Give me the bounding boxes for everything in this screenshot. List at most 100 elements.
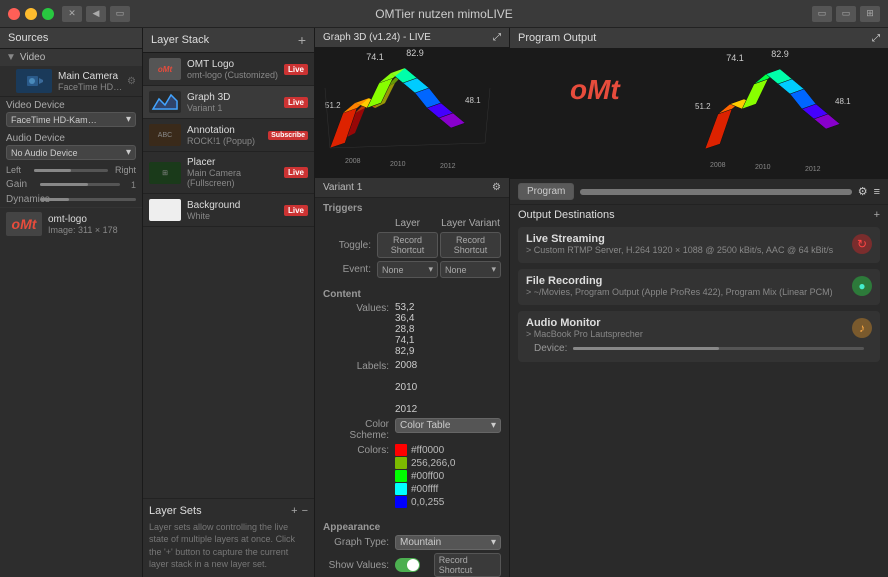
triggers-grid: Layer Layer Variant Toggle: Record Short… xyxy=(315,216,509,284)
program-settings-icon[interactable]: ⚙ xyxy=(858,185,868,198)
camera-thumb xyxy=(16,69,52,93)
program-expand-icon[interactable]: ⤢ xyxy=(872,33,880,44)
layer-item-placer[interactable]: ⊞ Placer Main Camera (Fullscreen) Live xyxy=(143,152,314,194)
svg-text:74.1: 74.1 xyxy=(366,52,384,62)
source-item-camera[interactable]: Main Camera FaceTime HD-Kamera (Integr..… xyxy=(0,66,142,97)
graph-type-select[interactable]: Mountain ▾ xyxy=(395,535,501,550)
live-badge-background: Live xyxy=(284,205,308,216)
layer-sets-remove-icon[interactable]: − xyxy=(302,505,308,517)
lr-slider[interactable] xyxy=(34,169,108,172)
layer-item-omt-logo[interactable]: oMt OMT Logo omt-logo (Customized) Live xyxy=(143,53,314,86)
color-scheme-row: Color Scheme: Color Table ▾ xyxy=(323,418,501,441)
audio-device-select[interactable]: No Audio Device ▾ xyxy=(6,145,136,160)
toggle-label: Toggle: xyxy=(323,240,375,251)
graph-panel-header: Graph 3D (v1.24) - LIVE ⤢ xyxy=(315,28,509,48)
video-group-arrow: ▼ xyxy=(6,52,16,63)
live-badge-graph3d: Live xyxy=(284,97,308,108)
layer-sets-description: Layer sets allow controlling the live st… xyxy=(149,521,308,571)
file-recording-toggle[interactable]: ● xyxy=(852,276,872,296)
add-layer-button[interactable]: + xyxy=(298,32,306,48)
program-slider-icon[interactable]: ≡ xyxy=(874,186,880,198)
omt-logo-source[interactable]: oMt omt-logo Image: 311 × 178 xyxy=(0,207,142,240)
show-values-toggle[interactable] xyxy=(395,558,420,572)
title-bar-right: ▭ ▭ ⊞ xyxy=(812,6,880,22)
color-scheme-select[interactable]: Color Table ▾ xyxy=(395,418,501,433)
tb-icon-1[interactable]: ✕ xyxy=(62,6,82,22)
video-device-select[interactable]: FaceTime HD-Kamera (Integr... ▾ xyxy=(6,112,136,127)
tb-right-icon-1[interactable]: ▭ xyxy=(812,6,832,22)
video-device-arrow-icon: ▾ xyxy=(126,114,131,125)
window-buttons xyxy=(8,8,54,20)
layer-sets-panel: Layer Sets + − Layer sets allow controll… xyxy=(143,498,314,577)
color-swatch-2[interactable]: 256,266,0 xyxy=(395,457,501,469)
toggle-variant-btn[interactable]: Record Shortcut xyxy=(440,232,501,258)
swatch-box-5 xyxy=(395,496,407,508)
swatch-box-1 xyxy=(395,444,407,456)
event-arrow-icon-2: ▾ xyxy=(491,264,496,275)
sources-panel: Sources ▼ Video Main Camera FaceTime HD-… xyxy=(0,28,143,577)
file-recording-header: File Recording > ~/Movies, Program Outpu… xyxy=(526,275,872,297)
svg-text:2010: 2010 xyxy=(390,161,406,168)
labels-row: Labels: 2008 2010 2012 xyxy=(323,360,501,415)
close-button[interactable] xyxy=(8,8,20,20)
color-scheme-arrow-icon: ▾ xyxy=(491,420,496,431)
color-swatch-3[interactable]: #00ff00 xyxy=(395,470,501,482)
appearance-section: Graph Type: Mountain ▾ Show Values: Reco… xyxy=(315,535,509,577)
graph-expand-icon[interactable]: ⤢ xyxy=(493,32,501,43)
swatch-box-4 xyxy=(395,483,407,495)
svg-text:74.1: 74.1 xyxy=(726,53,744,63)
graph-preview: 74.1 82.9 51.2 48.1 2008 2010 2012 xyxy=(315,48,509,178)
svg-text:2012: 2012 xyxy=(440,163,456,170)
layer-stack-panel: Layer Stack + oMt OMT Logo omt-logo (Cus… xyxy=(143,28,315,577)
source-group-video: ▼ Video xyxy=(0,49,142,66)
svg-text:2010: 2010 xyxy=(755,164,771,171)
layer-item-annotation[interactable]: ABC Annotation ROCK!1 (Popup) Subscribe xyxy=(143,119,314,152)
maximize-button[interactable] xyxy=(42,8,54,20)
output-item-file-recording: File Recording > ~/Movies, Program Outpu… xyxy=(518,269,880,305)
video-device-row: Video Device FaceTime HD-Kamera (Integr.… xyxy=(0,97,142,130)
layer-info-graph3d: Graph 3D Variant 1 xyxy=(187,92,284,113)
event-arrow-icon: ▾ xyxy=(428,264,433,275)
program-button[interactable]: Program xyxy=(518,183,574,200)
show-values-record-btn[interactable]: Record Shortcut xyxy=(434,553,501,577)
toggle-layer-btn[interactable]: Record Shortcut xyxy=(377,232,438,258)
output-destinations: Output Destinations + Live Streaming > C… xyxy=(510,205,888,577)
device-volume-slider[interactable] xyxy=(573,347,864,350)
program-slider[interactable] xyxy=(580,189,851,195)
color-swatches: #ff0000 256,266,0 #00ff00 #00ffff xyxy=(395,444,501,508)
event-select-2[interactable]: None ▾ xyxy=(440,261,501,278)
colors-row: Colors: #ff0000 256,266,0 #0 xyxy=(323,444,501,508)
layer-sets-add-icon[interactable]: + xyxy=(291,505,297,517)
layer-item-graph3d[interactable]: Graph 3D Variant 1 Live xyxy=(143,86,314,119)
layer-stack-header: Layer Stack + xyxy=(143,28,314,53)
color-swatch-1[interactable]: #ff0000 xyxy=(395,444,501,456)
layer-thumb-annotation: ABC xyxy=(149,124,181,146)
live-streaming-toggle[interactable]: ↻ xyxy=(852,234,872,254)
dynamics-slider[interactable] xyxy=(40,198,136,201)
program-output-header: Program Output ⤢ xyxy=(510,28,888,49)
variant-settings-icon[interactable]: ⚙ xyxy=(492,182,501,193)
color-swatch-4[interactable]: #00ffff xyxy=(395,483,501,495)
tb-right-icon-2[interactable]: ▭ xyxy=(836,6,856,22)
minimize-button[interactable] xyxy=(25,8,37,20)
live-badge-omt: Live xyxy=(284,64,308,75)
layer-thumb-omt: oMt xyxy=(149,58,181,80)
add-output-button[interactable]: + xyxy=(874,209,880,221)
title-bar: ✕ ◀ ▭ OMTier nutzen mimoLIVE ▭ ▭ ⊞ xyxy=(0,0,888,28)
tb-icon-3[interactable]: ▭ xyxy=(110,6,130,22)
svg-text:51.2: 51.2 xyxy=(325,101,341,110)
layer-sets-header: Layer Sets + − xyxy=(149,505,308,517)
audio-monitor-header: Audio Monitor > MacBook Pro Lautsprecher… xyxy=(526,317,872,339)
layer-thumb-background xyxy=(149,199,181,221)
camera-gear-icon[interactable]: ⚙ xyxy=(127,76,136,87)
tb-right-icon-3[interactable]: ⊞ xyxy=(860,6,880,22)
event-select-1[interactable]: None ▾ xyxy=(377,261,438,278)
layer-item-background[interactable]: Background White Live xyxy=(143,194,314,227)
audio-device-row: Audio Device No Audio Device ▾ xyxy=(0,130,142,163)
tb-icon-2[interactable]: ◀ xyxy=(86,6,106,22)
gain-slider-row: Gain 1 xyxy=(0,177,142,192)
graph-type-arrow-icon: ▾ xyxy=(491,537,496,548)
color-swatch-5[interactable]: 0,0,255 xyxy=(395,496,501,508)
gain-slider[interactable] xyxy=(40,183,120,186)
audio-monitor-toggle[interactable]: ♪ xyxy=(852,318,872,338)
